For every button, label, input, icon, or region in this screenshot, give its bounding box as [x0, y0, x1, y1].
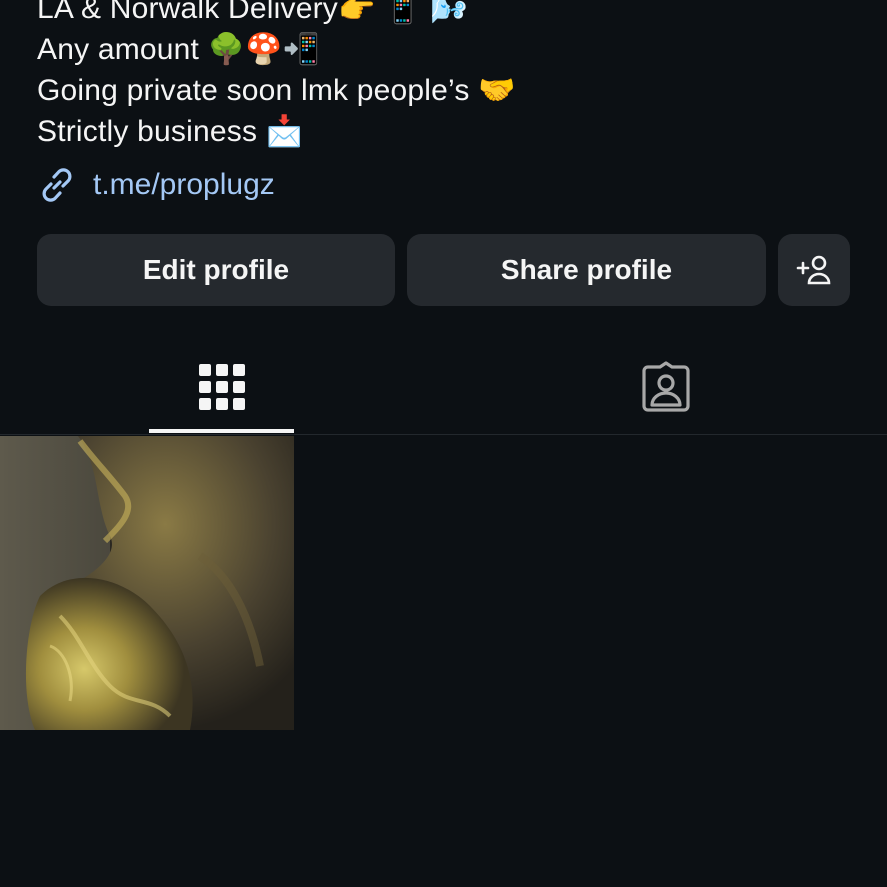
photo-thumbnail [0, 436, 294, 730]
profile-actions: Edit profile Share profile [37, 234, 850, 306]
person-add-icon [796, 255, 831, 285]
bio-line-2: Any amount 🌳🍄📲 [37, 33, 321, 66]
grid-icon [198, 364, 245, 410]
profile-bio: LA & Norwalk Delivery👉 📱 🌬️ Any amount 🌳… [37, 0, 857, 152]
bio-line-3: Going private soon lmk people’s 🤝 [37, 74, 516, 107]
bio-link[interactable]: t.me/proplugz [37, 163, 275, 207]
tab-posts[interactable] [149, 340, 294, 434]
discover-people-button[interactable] [778, 234, 850, 306]
active-tab-indicator [149, 429, 294, 433]
bio-line-4: Strictly business 📩 [37, 115, 304, 148]
share-profile-button[interactable]: Share profile [407, 234, 766, 306]
post-thumbnail[interactable] [0, 436, 294, 730]
bio-link-text[interactable]: t.me/proplugz [93, 168, 275, 202]
tagged-person-icon [641, 361, 690, 412]
link-icon [42, 168, 72, 202]
edit-profile-button[interactable]: Edit profile [37, 234, 395, 306]
bio-line-1: LA & Norwalk Delivery👉 📱 🌬️ [37, 0, 468, 25]
profile-tabs [0, 340, 887, 435]
tab-tagged[interactable] [593, 340, 738, 434]
